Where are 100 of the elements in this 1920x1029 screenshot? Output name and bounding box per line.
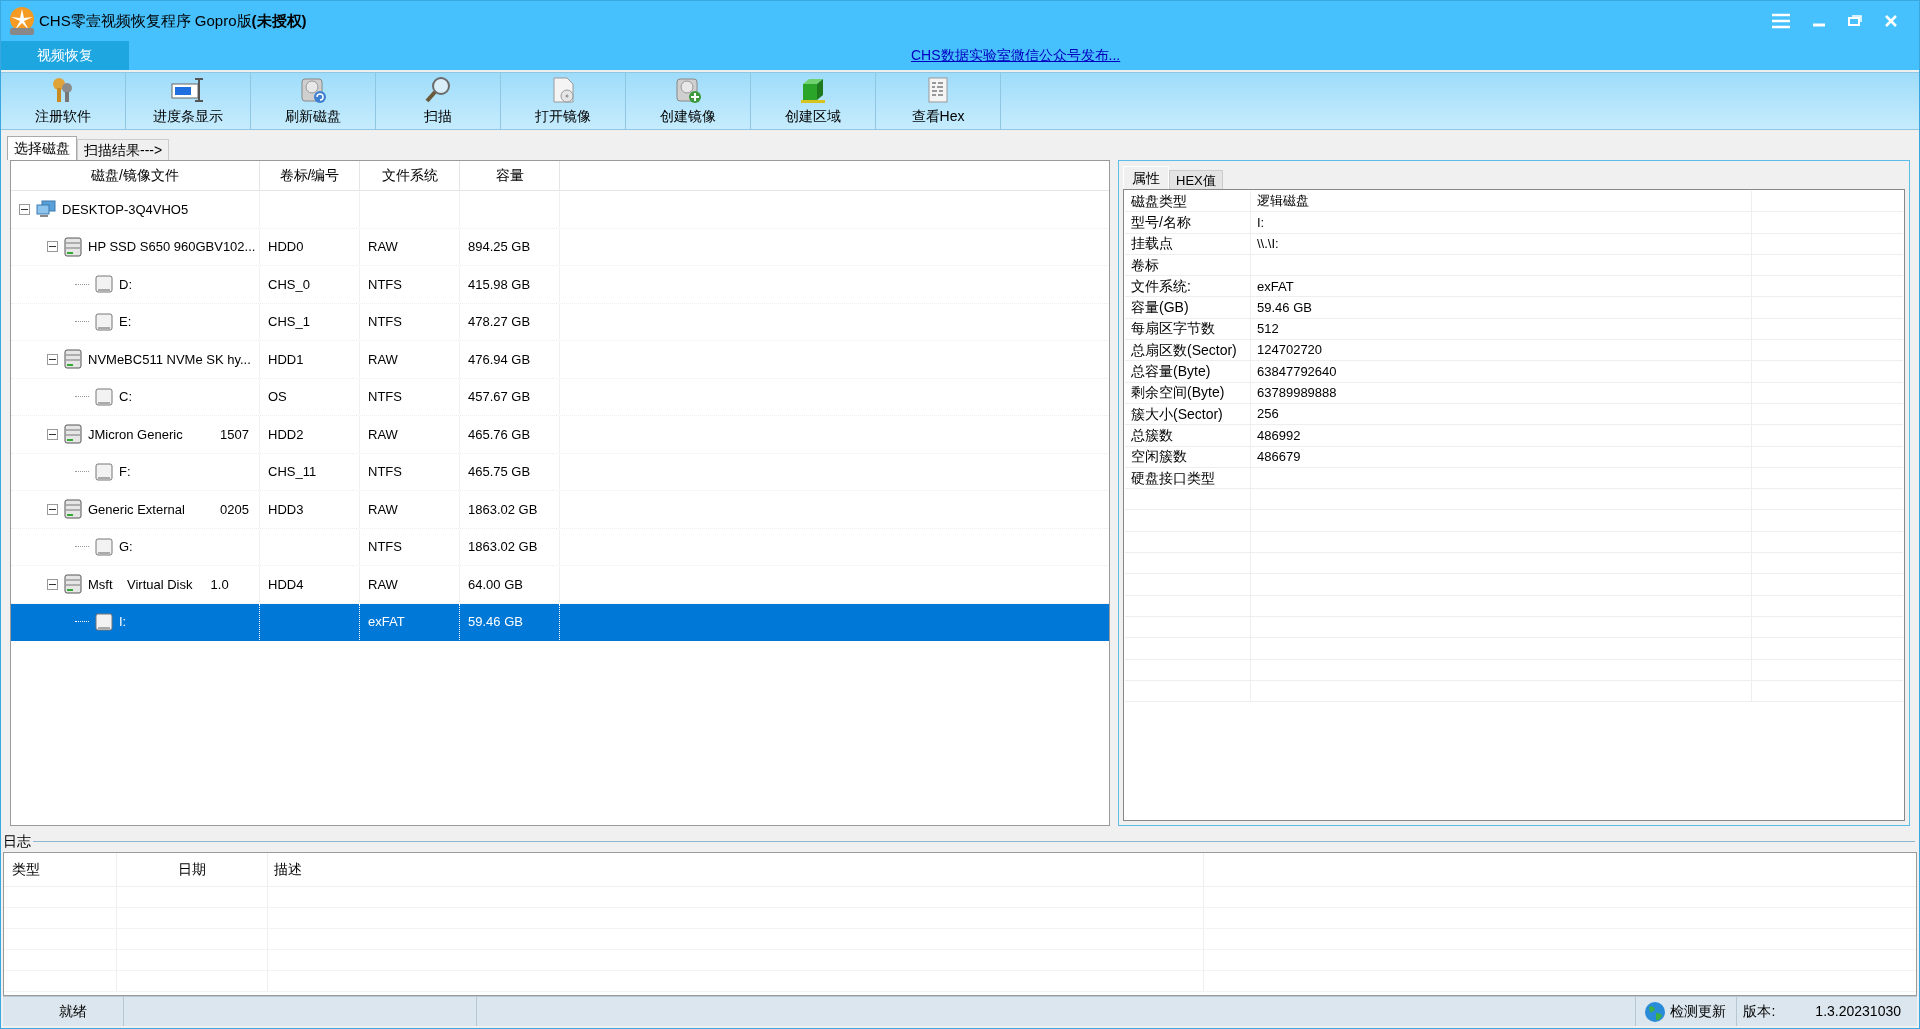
tab[interactable]: 扫描结果---> (77, 139, 170, 160)
column-header[interactable]: 描述 (268, 853, 1204, 886)
property-value: 486679 (1257, 447, 1301, 466)
tree-row[interactable]: JMicron Generic 1507 HDD2 RAW 465.76 GB (11, 416, 1109, 454)
tree-row[interactable]: G: NTFS 1863.02 GB (11, 528, 1109, 566)
table-cell-text: CHS_0 (268, 275, 310, 294)
table-cell-text: 894.25 GB (468, 238, 531, 256)
volume-icon (95, 387, 113, 406)
table-cell-text: 59.46 GB (468, 613, 523, 631)
volume-icon (95, 462, 113, 481)
table-cell-text: HDD0 (268, 238, 304, 256)
tab[interactable]: HEX值 (1169, 170, 1223, 189)
property-name: 文件系统: (1131, 276, 1191, 296)
property-name: 卷标 (1131, 255, 1159, 275)
property-value: 逻辑磁盘 (1257, 192, 1309, 211)
toolbar-button[interactable]: 查看Hex (876, 73, 1001, 129)
tree-item-label: E: (119, 313, 132, 331)
property-name: 剩余空间(Byte) (1131, 383, 1225, 403)
column-header[interactable]: 日期 (117, 853, 268, 886)
table-cell-text: RAW (368, 500, 398, 519)
tree-row[interactable]: D: CHS_0 NTFS 415.98 GB (11, 266, 1109, 304)
expander-icon[interactable] (47, 428, 58, 440)
table-cell-text: NTFS (368, 463, 402, 481)
column-header[interactable]: 文件系统 (360, 161, 460, 190)
property-name: 每扇区字节数 (1131, 319, 1215, 339)
version-number: 1.3.20231030 (1815, 1002, 1901, 1021)
table-cell-text: NTFS (368, 388, 402, 406)
property-value: \\.\I: (1257, 235, 1279, 253)
column-header[interactable]: 卷标/编号 (260, 161, 360, 190)
property-name: 总容量(Byte) (1131, 362, 1211, 382)
table-cell-text: 1863.02 GB (468, 538, 538, 556)
disk-add-icon (674, 75, 702, 104)
table-cell-text: CHS_1 (268, 313, 310, 331)
hard-drive-icon (64, 236, 82, 257)
tree-row[interactable]: C: OS NTFS 457.67 GB (11, 378, 1109, 416)
property-name: 总簇数 (1131, 425, 1173, 445)
check-update-link[interactable]: 检测更新 (1670, 1001, 1727, 1022)
table-cell-text: RAW (368, 575, 398, 594)
table-cell-text: HDD2 (268, 425, 304, 444)
table-cell-text: RAW (368, 238, 398, 256)
expander-icon[interactable] (47, 578, 58, 590)
expander-icon[interactable] (19, 203, 30, 215)
property-name: 空闲簇数 (1131, 447, 1187, 467)
window-title: CHS零壹视频恢复程序 Gopro版(未授权) (39, 10, 307, 31)
tree-row[interactable]: E: CHS_1 NTFS 478.27 GB (11, 303, 1109, 341)
toolbar-button[interactable]: 进度条显示 (126, 73, 251, 129)
tree-item-label: DESKTOP-3Q4VHO5 (62, 200, 189, 219)
tree-row[interactable]: Msft Virtual Disk 1.0 HDD4 RAW 64.00 GB (11, 566, 1109, 604)
tree-item-label: Generic External (88, 500, 185, 519)
table-cell-text: 415.98 GB (468, 275, 531, 294)
tree-row[interactable]: DESKTOP-3Q4VHO5 (11, 191, 1109, 229)
status-text: 就绪 (58, 1002, 88, 1021)
hard-drive-icon (64, 424, 82, 445)
tree-row[interactable]: I: exFAT 59.46 GB (11, 603, 1109, 641)
tree-row[interactable]: NVMeBC511 NVMe SK hy... HDD1 RAW 476.94 GB (11, 341, 1109, 379)
expander-icon[interactable] (47, 503, 58, 515)
property-value: 256 (1257, 405, 1279, 424)
table-cell-text: 476.94 GB (468, 350, 531, 369)
tree-row[interactable]: HP SSD S650 960GBV102... HDD0 RAW 894.25 GB (11, 228, 1109, 266)
expander-icon[interactable] (47, 353, 58, 365)
table-cell-text: HDD3 (268, 500, 304, 519)
log-title: 日志 (2, 831, 32, 851)
property-name: 簇大小(Sector) (1131, 404, 1223, 424)
hard-drive-icon (64, 349, 82, 370)
column-header[interactable]: 磁盘/镜像文件 (11, 161, 260, 190)
tree-row[interactable]: Generic External 0205 HDD3 RAW 1863.02 GB (11, 491, 1109, 529)
tree-row[interactable]: F: CHS_11 NTFS 465.75 GB (11, 453, 1109, 491)
property-value: 63847792640 (1257, 362, 1337, 381)
toolbar-button[interactable]: 刷新磁盘 (251, 73, 376, 129)
magnifier-icon (424, 75, 452, 104)
expander-icon[interactable] (47, 241, 58, 253)
toolbar-button[interactable]: 创建镜像 (626, 73, 751, 129)
tree-item-label: Msft Virtual Disk 1.0 (88, 575, 229, 594)
tree-item-label: NVMeBC511 NVMe SK hy... (88, 350, 251, 369)
table-cell-text: HDD4 (268, 575, 304, 594)
table-cell-text: OS (268, 388, 287, 406)
table-cell-text: 1863.02 GB (468, 500, 538, 519)
disk-refresh-icon (299, 75, 327, 104)
announcement-link[interactable]: CHS数据实验室微信公众号发布... (911, 45, 1121, 66)
table-cell-text: 64.00 GB (468, 575, 523, 594)
table-cell-text: 465.76 GB (468, 425, 531, 444)
toolbar-button[interactable]: 注册软件 (1, 73, 126, 129)
progress-bar-icon (171, 75, 205, 104)
tree-item-label: HP SSD S650 960GBV102... (88, 238, 256, 256)
property-name: 型号/名称 (1131, 212, 1191, 232)
tab[interactable]: 属性 (1123, 166, 1169, 189)
property-value: 486992 (1257, 426, 1301, 445)
table-cell-text: 457.67 GB (468, 388, 531, 406)
property-name: 挂载点 (1131, 234, 1173, 254)
volume-icon (95, 612, 113, 631)
tree-item-label: G: (119, 538, 133, 556)
volume-icon (95, 275, 113, 294)
toolbar-button[interactable]: 扫描 (376, 73, 501, 129)
column-header[interactable]: 容量 (460, 161, 560, 190)
toolbar-button[interactable]: 创建区域 (751, 73, 876, 129)
tab[interactable]: 选择磁盘 (7, 136, 77, 160)
column-header[interactable]: 类型 (4, 853, 117, 886)
property-value: 512 (1257, 320, 1279, 339)
property-value: exFAT (1257, 277, 1294, 296)
toolbar-button[interactable]: 打开镜像 (501, 73, 626, 129)
